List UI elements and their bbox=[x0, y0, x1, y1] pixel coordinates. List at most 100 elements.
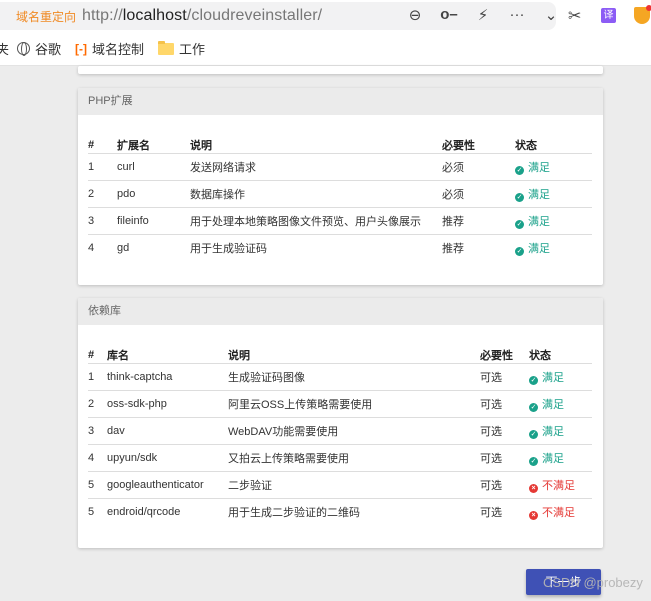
row-status: ✓ 满足 bbox=[529, 390, 592, 418]
check-circle-icon: ✓ bbox=[529, 430, 538, 439]
row-name: dav bbox=[107, 417, 228, 445]
shield-extension-icon[interactable] bbox=[634, 5, 651, 24]
row-num: 2 bbox=[88, 390, 107, 418]
check-circle-icon: ✓ bbox=[515, 193, 524, 202]
row-num: 4 bbox=[88, 242, 95, 255]
card-title: PHP扩展 bbox=[78, 88, 603, 115]
check-circle-icon: ✓ bbox=[515, 247, 524, 257]
table-row: 3 dav WebDAV功能需要使用 可选 ✓ 满足 bbox=[88, 417, 592, 445]
row-desc: 发送网络请求 bbox=[190, 153, 442, 181]
check-circle-icon: ✓ bbox=[529, 376, 538, 385]
table-row: 5 endroid/qrcode 用于生成二步验证的二维码 可选 × 不满足 bbox=[88, 499, 592, 526]
row-desc: 二步验证 bbox=[228, 471, 480, 499]
col-num: # bbox=[88, 127, 117, 154]
scissors-icon[interactable]: ✂ bbox=[568, 6, 581, 26]
lightning-icon[interactable]: ⚡︎ bbox=[466, 6, 500, 24]
check-circle-icon: ✓ bbox=[529, 457, 538, 466]
row-num: 1 bbox=[88, 363, 107, 391]
globe-icon bbox=[17, 42, 31, 56]
row-name: oss-sdk-php bbox=[107, 390, 228, 418]
col-status: 状态 bbox=[529, 337, 592, 364]
notification-dot bbox=[646, 5, 651, 11]
row-required: 推荐 bbox=[442, 243, 464, 256]
row-name: curl bbox=[117, 153, 190, 181]
php-extensions-table: # 扩展名 说明 必要性 状态 1 curl 发送网络请求 必须 ✓ 满足 2 pdo 数据库操… bbox=[88, 127, 592, 262]
row-desc: WebDAV功能需要使用 bbox=[228, 417, 480, 445]
row-name: fileinfo bbox=[117, 207, 190, 235]
bookmark-label: 谷歌 bbox=[35, 42, 62, 57]
row-status: × 不满足 bbox=[529, 499, 592, 526]
translate-icon[interactable]: 译 bbox=[601, 8, 616, 23]
check-circle-icon: ✓ bbox=[515, 166, 524, 175]
col-required: 必要性 bbox=[442, 127, 515, 154]
table-row: 4 upyun/sdk 又拍云上传策略需要使用 可选 ✓ 满足 bbox=[88, 444, 592, 472]
row-desc: 用于生成验证码 bbox=[190, 243, 267, 256]
chevron-down-icon[interactable]: ⌄ bbox=[534, 6, 568, 24]
browser-toolbar: 域名重定向 http://localhost/cloudreveinstalle… bbox=[0, 0, 651, 32]
row-name: pdo bbox=[117, 180, 190, 208]
url-text[interactable]: http://localhost/cloudreveinstaller/ bbox=[82, 7, 322, 25]
row-required: 必须 bbox=[442, 180, 515, 208]
table-header-row: # 库名 说明 必要性 状态 bbox=[88, 337, 592, 364]
table-row: 1 think-captcha 生成验证码图像 可选 ✓ 满足 bbox=[88, 363, 592, 391]
col-desc: 说明 bbox=[228, 337, 480, 364]
bookmark-google[interactable]: 谷歌 bbox=[17, 39, 61, 58]
row-num: 1 bbox=[88, 153, 117, 181]
row-desc: 数据库操作 bbox=[190, 180, 442, 208]
row-required: 可选 bbox=[480, 444, 529, 472]
row-required: 必须 bbox=[442, 153, 515, 181]
row-status: ✓ 满足 bbox=[529, 417, 592, 445]
status-text: 满足 bbox=[528, 243, 550, 256]
check-circle-icon: ✓ bbox=[529, 403, 538, 412]
url-prefix: http:// bbox=[82, 7, 123, 24]
row-status: ✓ 满足 bbox=[529, 363, 592, 391]
row-num: 3 bbox=[88, 417, 107, 445]
card-title: 依赖库 bbox=[78, 298, 603, 325]
check-circle-icon: ✓ bbox=[515, 220, 524, 229]
row-required: 可选 bbox=[480, 471, 529, 499]
dependencies-table: # 库名 说明 必要性 状态 1 think-captcha 生成验证码图像 可选 ✓ 满… bbox=[88, 337, 592, 526]
more-icon[interactable]: ··· bbox=[500, 6, 534, 24]
status-text: 满足 bbox=[542, 426, 564, 438]
row-status: ✓ 满足 bbox=[515, 207, 592, 235]
folder-icon bbox=[158, 40, 175, 55]
row-name: gd bbox=[117, 242, 130, 255]
table-header-row: # 扩展名 说明 必要性 状态 bbox=[88, 127, 592, 154]
table-row: 2 pdo 数据库操作 必须 ✓ 满足 bbox=[88, 180, 592, 208]
watermark: CSDN @probezy bbox=[543, 575, 643, 590]
col-status: 状态 bbox=[515, 127, 592, 154]
table-row: 1 curl 发送网络请求 必须 ✓ 满足 bbox=[88, 153, 592, 181]
row-name: upyun/sdk bbox=[107, 444, 228, 472]
x-circle-icon: × bbox=[529, 511, 538, 521]
status-text: 满足 bbox=[528, 162, 550, 174]
bookmark-work[interactable]: 工作 bbox=[158, 39, 205, 58]
status-text: 满足 bbox=[542, 399, 564, 411]
key-icon[interactable]: o– bbox=[432, 6, 466, 24]
row-status: × 不满足 bbox=[529, 471, 592, 499]
row-required: 可选 bbox=[480, 363, 529, 391]
row-num: 2 bbox=[88, 180, 117, 208]
status-text: 满足 bbox=[528, 216, 550, 228]
bookmark-label: 夹 bbox=[0, 42, 10, 57]
row-desc: 用于处理本地策略图像文件预览、用户头像展示 bbox=[190, 207, 442, 235]
table-row: 3 fileinfo 用于处理本地策略图像文件预览、用户头像展示 推荐 ✓ 满足 bbox=[88, 207, 592, 235]
bookmarks-bar: 夹 谷歌 [-] 域名控制 工作 bbox=[0, 32, 651, 66]
redirect-label[interactable]: 域名重定向 bbox=[16, 8, 76, 25]
table-row: 4 gd 用于生成验证码 推荐 ✓ 满足 bbox=[88, 235, 592, 262]
row-desc: 又拍云上传策略需要使用 bbox=[228, 444, 480, 472]
row-num: 4 bbox=[88, 444, 107, 472]
x-circle-icon: × bbox=[529, 484, 538, 493]
bookmark-folder-partial[interactable]: 夹 bbox=[0, 39, 9, 58]
dependencies-card: 依赖库 # 库名 说明 必要性 状态 1 think-captcha 生成验证码图像… bbox=[78, 298, 603, 548]
row-required: 可选 bbox=[480, 417, 529, 445]
col-desc: 说明 bbox=[190, 127, 442, 154]
zoom-out-icon[interactable]: ⊖ bbox=[398, 6, 432, 24]
php-extensions-card: PHP扩展 # 扩展名 说明 必要性 状态 1 curl 发送网络请求 必须 ✓ 满足 2 p… bbox=[78, 88, 603, 285]
bookmark-domain-control[interactable]: [-] 域名控制 bbox=[75, 39, 144, 58]
col-name: 扩展名 bbox=[117, 127, 190, 154]
previous-card bbox=[78, 66, 603, 74]
row-status: ✓ 满足 bbox=[515, 153, 592, 181]
bookmark-label: 域名控制 bbox=[92, 42, 145, 57]
col-name: 库名 bbox=[107, 337, 228, 364]
row-status: ✓ 满足 bbox=[529, 444, 592, 472]
